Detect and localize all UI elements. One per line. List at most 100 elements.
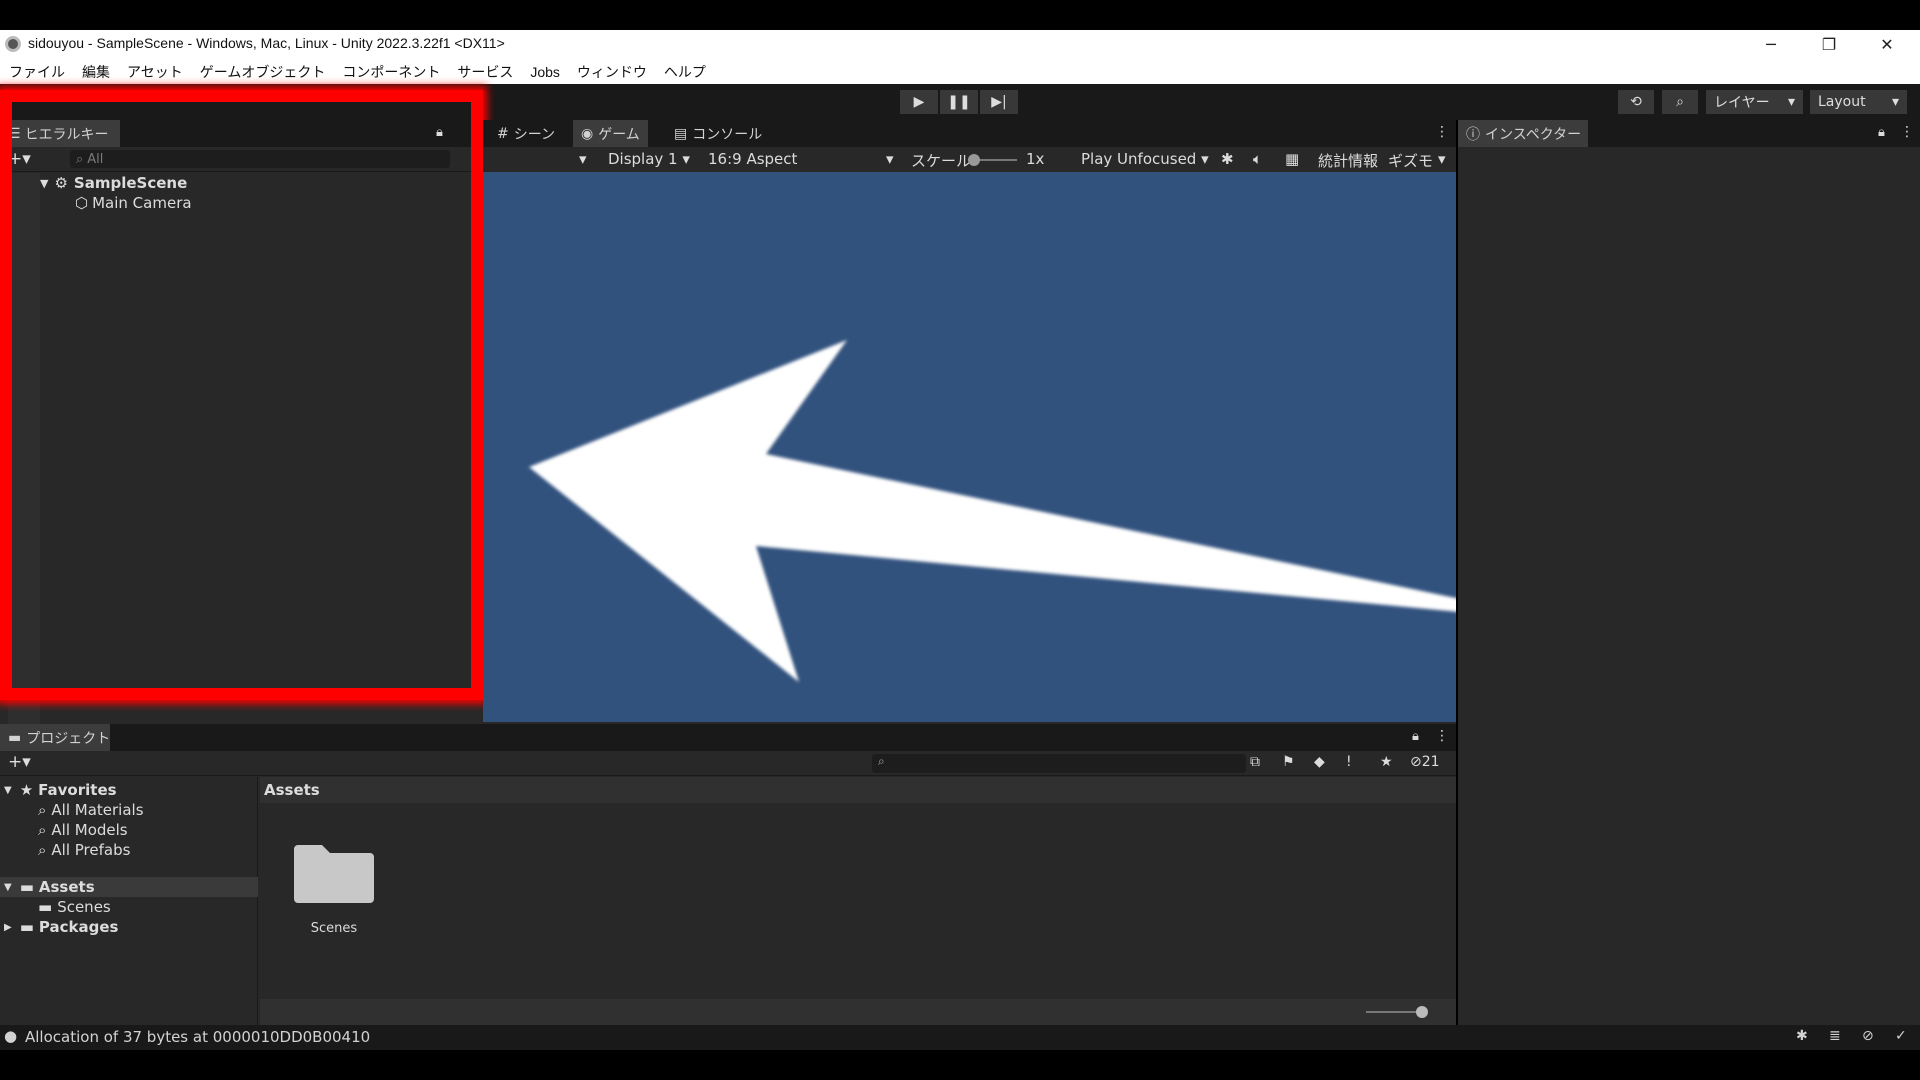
add-button[interactable]: +▾ [8, 149, 31, 169]
expand-arrow-icon: ▼ [4, 881, 12, 893]
stats-button[interactable]: 統計情報 [1318, 150, 1378, 171]
favorite-item[interactable]: ⌕ All Models [38, 820, 128, 840]
menu-assets[interactable]: アセット [127, 62, 183, 82]
star-icon[interactable]: ★ [1380, 754, 1393, 770]
tab-game[interactable]: ◉ ゲーム [573, 120, 648, 147]
folder-item[interactable]: ▬ Scenes [38, 897, 111, 917]
menu-gameobject[interactable]: ゲームオブジェクト [200, 62, 326, 82]
expand-arrow-icon: ▼ [40, 176, 49, 190]
packages-label: Packages [38, 918, 119, 936]
unity-scene-icon: ⚙ [54, 174, 68, 192]
gizmos-button[interactable]: ギズモ [1388, 150, 1433, 171]
project-search-input[interactable]: ⌕ [872, 754, 1246, 773]
play-mode-label: Play Unfocused [1081, 150, 1197, 168]
search-icon: ⌕ [76, 151, 84, 167]
project-panel: ▬ プロジェクト 🔒︎ ⋮ +▾ ⌕ ⧉ ⚑ ◆ ! ★ ⊘21 ▼ ★ Fav… [0, 724, 1456, 1025]
chevron-down-icon: ▾ [1201, 150, 1209, 168]
layers-icon[interactable]: ≣ [1829, 1028, 1841, 1044]
minimize-button[interactable]: ─ [1742, 30, 1800, 59]
hierarchy-item[interactable]: ⬡ Main Camera [75, 193, 455, 213]
more-menu-icon[interactable]: ⋮ [1900, 124, 1914, 140]
maximize-button[interactable]: ❐ [1800, 30, 1858, 59]
breadcrumb-assets[interactable]: Assets [264, 781, 320, 799]
favorite-item[interactable]: ⌕ All Prefabs [38, 840, 130, 860]
menu-help[interactable]: ヘルプ [664, 62, 706, 82]
menu-window[interactable]: ウィンドウ [577, 62, 647, 82]
hierarchy-toolbar: +▾ ⌕ All [0, 147, 483, 172]
type-filter-icon[interactable]: ⚑ [1282, 754, 1295, 770]
label-filter-icon[interactable]: ◆ [1314, 754, 1325, 770]
hidden-packages-toggle[interactable]: ⊘21 [1410, 754, 1440, 770]
menu-bar: ファイル 編集 アセット ゲームオブジェクト コンポーネント サービス Jobs… [0, 59, 1920, 84]
packages-row[interactable]: ▶ ▬ Packages [4, 917, 118, 937]
play-mode-dropdown[interactable]: Play Unfocused ▾ [1081, 150, 1209, 168]
check-circle-icon[interactable]: ✓ [1895, 1028, 1907, 1044]
menu-component[interactable]: コンポーネント [342, 62, 440, 82]
folder-icon: ▬ [8, 729, 22, 746]
search-filter-icon[interactable]: ⧉ [1250, 754, 1260, 770]
hidden-count: 21 [1421, 754, 1440, 770]
history-icon: ⟲ [1630, 94, 1642, 110]
chevron-down-icon[interactable]: ▾ [1438, 150, 1446, 168]
menu-edit[interactable]: 編集 [82, 62, 110, 82]
status-message[interactable]: Allocation of 37 bytes at 0000010DD0B004… [25, 1028, 370, 1046]
game-tabbar: # シーン ◉ ゲーム ▤ コンソール ⋮ [483, 120, 1456, 147]
layer-dropdown[interactable]: レイヤー ▾ [1706, 90, 1803, 114]
close-button[interactable]: ✕ [1858, 30, 1916, 59]
tab-project[interactable]: ▬ プロジェクト [0, 724, 110, 751]
lock-icon[interactable]: 🔒︎ [436, 125, 443, 140]
favorite-item[interactable]: ⌕ All Materials [38, 800, 144, 820]
network-icon[interactable]: ⊘ [1862, 1028, 1874, 1044]
tab-scene[interactable]: # シーン [489, 120, 563, 147]
tab-hierarchy[interactable]: ☰ ヒエラルキー [0, 120, 120, 147]
more-menu-icon[interactable]: ⋮ [1435, 124, 1449, 140]
list-icon: ☰ [8, 125, 21, 142]
scene-row[interactable]: ▼ ⚙ SampleScene [40, 173, 450, 193]
asset-grid-item[interactable]: Scenes [286, 829, 382, 939]
favorite-item-label: All Prefabs [51, 841, 131, 859]
favorites-row[interactable]: ▼ ★ Favorites [4, 780, 117, 800]
zoom-slider[interactable] [1366, 1011, 1422, 1013]
pause-icon: ❚❚ [947, 94, 971, 110]
layout-dropdown[interactable]: Layout ▾ [1810, 90, 1907, 114]
menu-jobs[interactable]: Jobs [530, 64, 560, 80]
more-menu-icon[interactable]: ⋮ [1435, 728, 1449, 744]
step-button[interactable]: ▶| [980, 90, 1018, 114]
search-button[interactable]: ⌕ [1662, 90, 1698, 114]
aspect-label: 16:9 Aspect [708, 150, 798, 168]
grid-icon[interactable]: ▦ [1285, 150, 1299, 168]
aspect-dropdown[interactable]: 16:9 Aspect ▾ [708, 150, 898, 168]
menu-file[interactable]: ファイル [9, 62, 65, 82]
tab-game-label: ゲーム [598, 126, 640, 143]
pause-button[interactable]: ❚❚ [940, 90, 978, 114]
tab-scene-label: シーン [513, 126, 556, 143]
chevron-down-icon[interactable]: ▾ [579, 150, 587, 168]
tab-console[interactable]: ▤ コンソール [666, 120, 770, 147]
search-icon: ⌕ [38, 821, 47, 839]
display-dropdown[interactable]: Display 1 ▾ [608, 150, 690, 168]
assets-row[interactable]: ▼ ▬ Assets [0, 877, 258, 897]
lock-icon[interactable]: 🔒︎ [1878, 125, 1885, 140]
scale-slider-handle[interactable] [968, 154, 980, 166]
tab-inspector[interactable]: ⓘ インスペクター [1458, 120, 1588, 147]
error-filter-icon[interactable]: ! [1346, 754, 1352, 770]
zoom-slider-handle[interactable] [1416, 1006, 1428, 1018]
menu-services[interactable]: サービス [457, 62, 513, 82]
window-title: sidouyou - SampleScene - Windows, Mac, L… [28, 35, 505, 51]
breadcrumb: Assets [260, 777, 1456, 803]
play-button[interactable]: ▶ [900, 90, 938, 114]
display-label: Display 1 [608, 150, 678, 168]
add-button[interactable]: +▾ [8, 752, 31, 772]
step-icon: ▶| [991, 94, 1007, 110]
folder-icon: ▬ [19, 918, 34, 936]
history-button[interactable]: ⟲ [1618, 90, 1654, 114]
debug-icon[interactable]: ✱ [1796, 1028, 1808, 1044]
console-icon: ▤ [674, 125, 688, 142]
favorite-item-label: All Models [51, 821, 128, 839]
hierarchy-search-input[interactable]: ⌕ All [70, 150, 450, 168]
audio-icon[interactable]: 🔈︎ [1253, 150, 1262, 168]
lock-icon[interactable]: 🔒︎ [1412, 729, 1419, 744]
game-view-canvas[interactable] [483, 172, 1456, 722]
layer-label: レイヤー [1714, 95, 1770, 111]
bug-icon[interactable]: ✱ [1221, 150, 1234, 168]
